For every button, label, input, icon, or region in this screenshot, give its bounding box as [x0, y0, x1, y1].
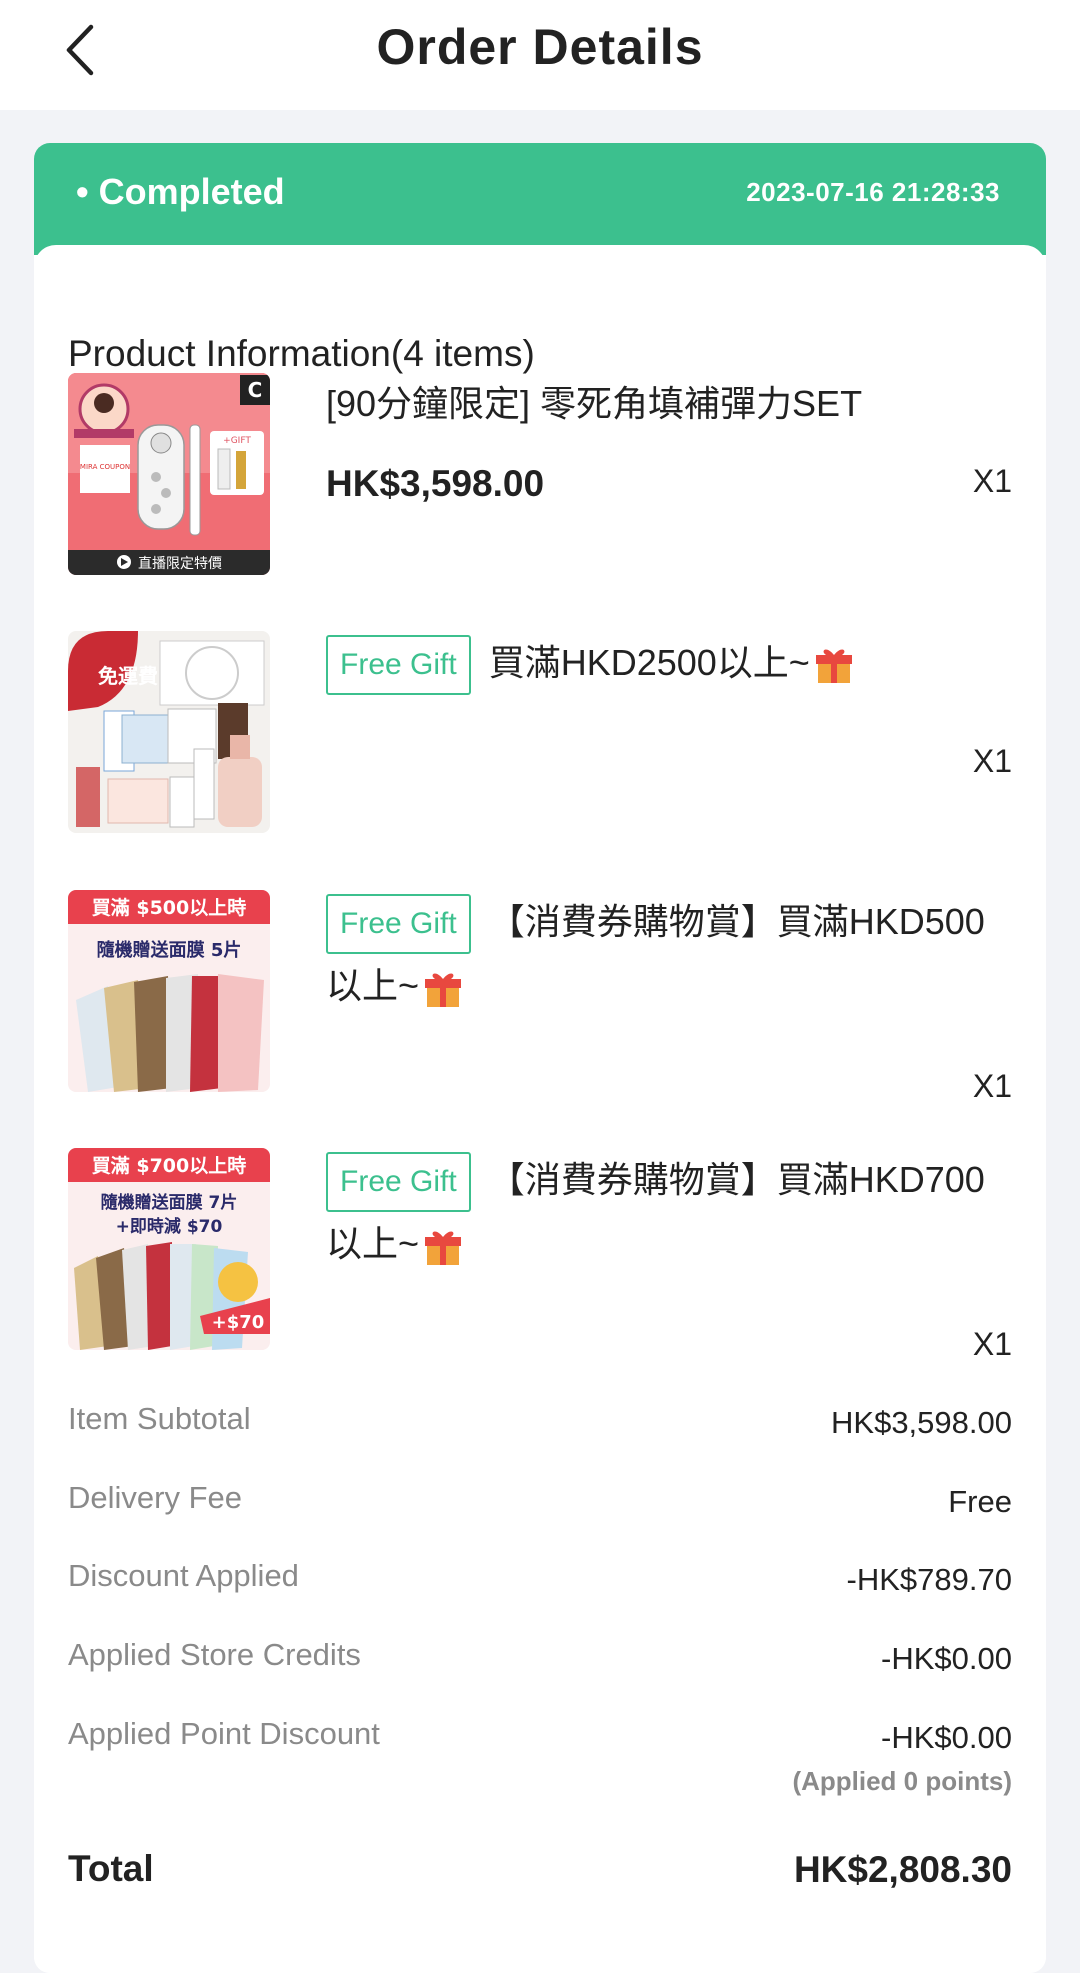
summary-credits-row: Applied Store Credits -HK$0.00 [68, 1637, 1012, 1687]
thumb-subtitle-2: +即時減 $70 [116, 1216, 223, 1237]
gift-icon [815, 650, 852, 684]
product-image: 免運費 [68, 631, 270, 833]
thumb-badge: +$70 [212, 1312, 265, 1333]
product-thumbnail[interactable]: MIRA COUPON +GIFT C 直播限定特價 [68, 373, 270, 575]
subtotal-label: Item Subtotal [68, 1401, 251, 1436]
product-quantity: X1 [972, 463, 1012, 499]
product-item[interactable]: 買滿 $500以上時 隨機贈送面膜 5片 Free Gift 【消費券購物賞】買滿… [68, 890, 1012, 1120]
total-label: Total [68, 1848, 154, 1889]
summary-points-row: Applied Point Discount -HK$0.00 (Applied… [68, 1716, 1012, 1806]
product-quantity: X1 [972, 743, 1012, 779]
free-gift-tag: Free Gift [326, 635, 471, 696]
order-timestamp: 2023-07-16 21:28:33 [746, 177, 1000, 207]
page-title: Order Details [376, 19, 704, 75]
product-image: MIRA COUPON +GIFT C 直播限定特價 [68, 373, 270, 575]
thumb-gift-text: +GIFT [223, 436, 251, 446]
points-applied-note: (Applied 0 points) [792, 1766, 1012, 1796]
store-credits-value: -HK$0.00 [881, 1641, 1012, 1676]
summary-subtotal-row: Item Subtotal HK$3,598.00 [68, 1401, 1012, 1451]
product-thumbnail[interactable]: 買滿 $500以上時 隨機贈送面膜 5片 [68, 890, 270, 1092]
summary-delivery-row: Delivery Fee Free [68, 1480, 1012, 1530]
product-thumbnail[interactable]: 免運費 [68, 631, 270, 833]
thumb-subtitle: 隨機贈送面膜 5片 [97, 939, 242, 961]
order-card: • Completed 2023-07-16 21:28:33 Product … [34, 143, 1046, 1973]
product-quantity: X1 [972, 1326, 1012, 1362]
product-name-line: Free Gift 買滿HKD2500以上~ [326, 631, 1016, 696]
product-name-line: Free Gift 【消費券購物賞】買滿HKD500以上~ [326, 890, 1016, 1018]
total-value: HK$2,808.30 [793, 1849, 1012, 1890]
status-banner: • Completed 2023-07-16 21:28:33 [34, 143, 1046, 255]
store-credits-label: Applied Store Credits [68, 1637, 361, 1672]
product-item[interactable]: 免運費 Free Gift 買滿HKD2500以上~ X1 [68, 631, 1012, 841]
order-status: • Completed [76, 171, 285, 212]
product-item[interactable]: 買滿 $700以上時 隨機贈送面膜 7片 +即時減 $70 +$70 Free … [68, 1148, 1012, 1378]
thumb-caption: 直播限定特價 [138, 555, 222, 572]
product-name[interactable]: [90分鐘限定] 零死角填補彈力SET [326, 373, 862, 435]
free-gift-tag: Free Gift [326, 894, 471, 955]
discount-label: Discount Applied [68, 1558, 299, 1593]
product-item[interactable]: MIRA COUPON +GIFT C 直播限定特價 [90分鐘限定] 零死角填… [68, 373, 1012, 583]
point-discount-label: Applied Point Discount [68, 1716, 380, 1751]
product-image: 買滿 $500以上時 隨機贈送面膜 5片 [68, 890, 270, 1092]
thumb-coupon-text: MIRA COUPON [80, 463, 130, 471]
product-price: HK$3,598.00 [326, 463, 545, 504]
top-bar: Order Details [0, 0, 1080, 110]
delivery-value: Free [948, 1484, 1012, 1519]
free-gift-tag: Free Gift [326, 1152, 471, 1213]
thumb-subtitle: 隨機贈送面膜 7片 [101, 1192, 238, 1213]
gift-icon [425, 973, 462, 1007]
product-quantity: X1 [972, 1068, 1012, 1104]
delivery-label: Delivery Fee [68, 1480, 242, 1515]
thumb-title: 免運費 [98, 664, 158, 688]
summary-discount-row: Discount Applied -HK$789.70 [68, 1558, 1012, 1608]
product-name-line: Free Gift 【消費券購物賞】買滿HKD700以上~ [326, 1148, 1016, 1276]
discount-value: -HK$789.70 [846, 1562, 1012, 1597]
point-discount-value: -HK$0.00 [881, 1720, 1012, 1755]
thumb-badge: C [248, 378, 263, 402]
gift-icon [425, 1231, 462, 1265]
thumb-title: 買滿 $500以上時 [92, 896, 247, 919]
product-name[interactable]: 買滿HKD2500以上~ [489, 642, 810, 683]
product-section-title: Product Information(4 items) [68, 333, 535, 374]
product-image: 買滿 $700以上時 隨機贈送面膜 7片 +即時減 $70 +$70 [68, 1148, 270, 1350]
product-thumbnail[interactable]: 買滿 $700以上時 隨機贈送面膜 7片 +即時減 $70 +$70 [68, 1148, 270, 1350]
subtotal-value: HK$3,598.00 [831, 1405, 1012, 1440]
thumb-title: 買滿 $700以上時 [92, 1154, 247, 1177]
